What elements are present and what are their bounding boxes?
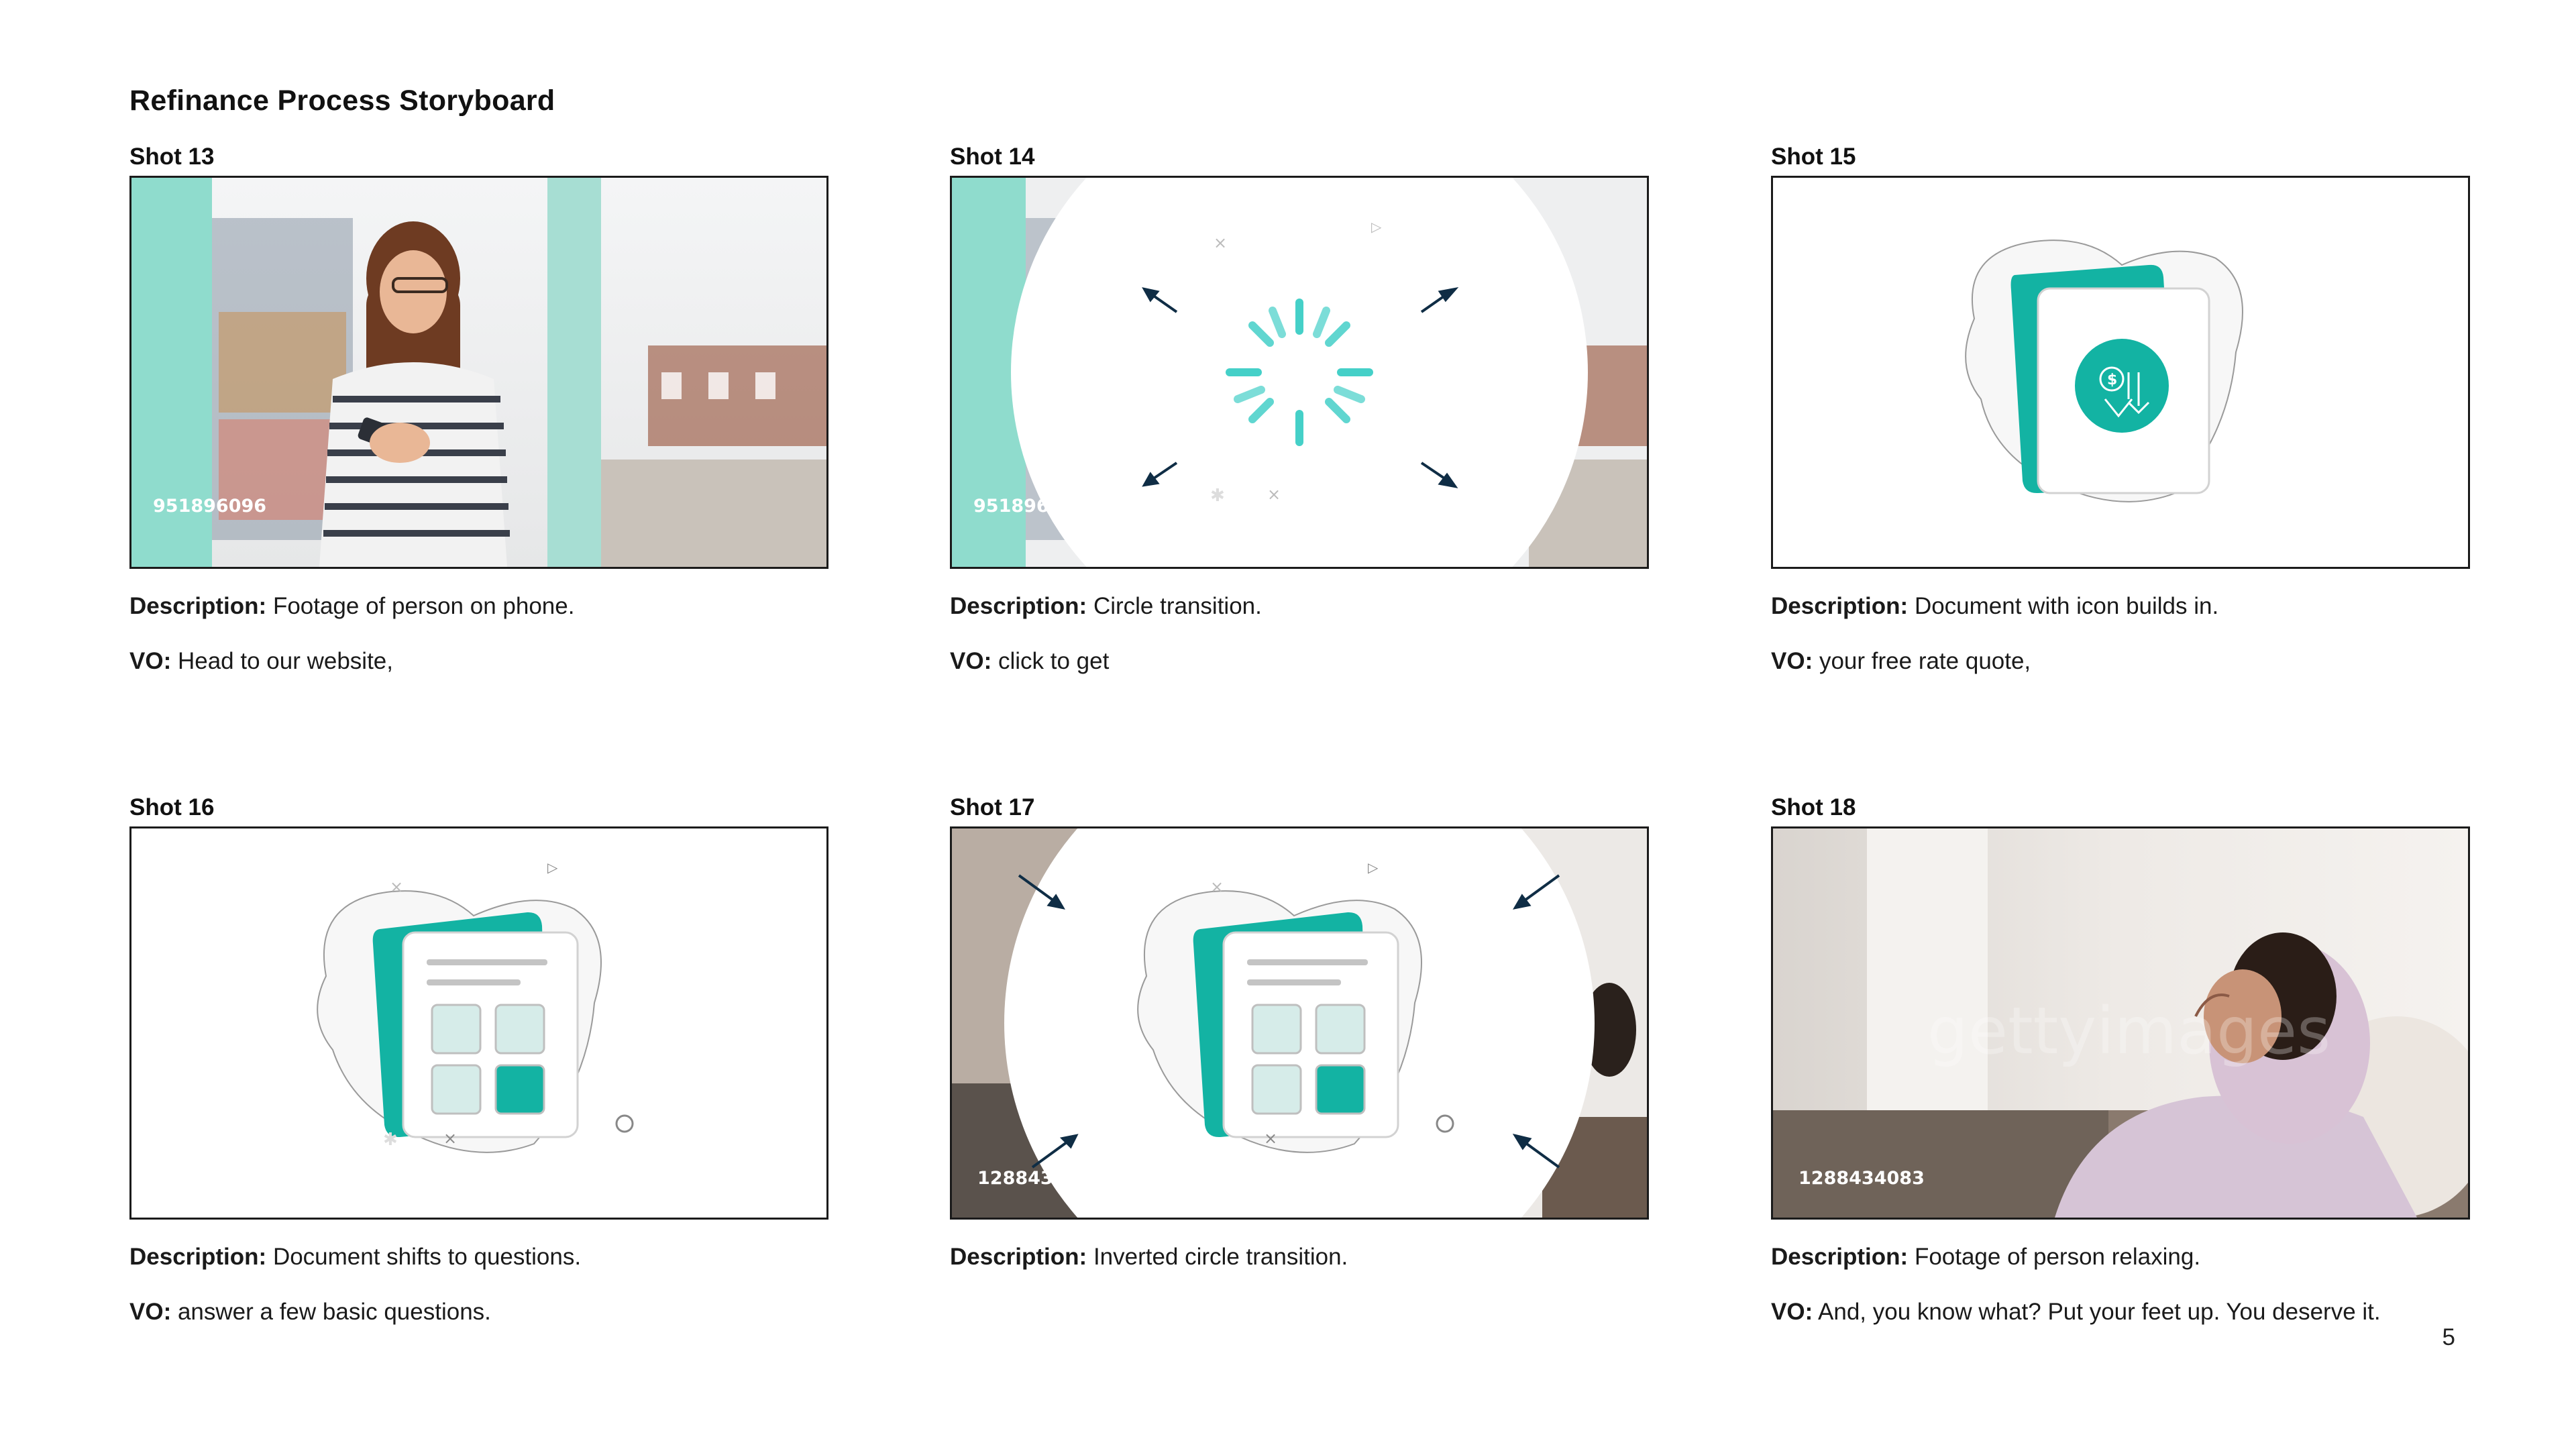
vo-label: VO: [129,648,172,674]
shot-17-panel: Shot 17 × ▷ × 1288434083 Description: In… [950,793,1649,1270]
shot-17-frame: × ▷ × 1288434083 [950,826,1649,1220]
description-text: Footage of person relaxing. [1914,1244,2201,1270]
shot-13-panel: Shot 13 951896096 Description: Footage o… [129,142,828,674]
stock-id: 951896096 [153,496,266,517]
woman-on-phone-photo: 951896096 [131,178,826,567]
vo-text: click to get [998,648,1110,674]
shot-label: Shot 18 [1771,794,1856,820]
shot-description: Description: Document with icon builds i… [1771,592,2482,621]
shot-vo: VO: click to get [950,647,1661,676]
shot-label: Shot 14 [950,144,1035,170]
shot-description: Description: Circle transition. [950,592,1661,621]
stock-id: 951896096 [973,496,1087,517]
shot-label: Shot 17 [950,794,1035,820]
description-text: Document shifts to questions. [272,1244,582,1270]
shot-label: Shot 16 [129,794,215,820]
shot-16-frame: × ▷ × ✱ [129,826,828,1220]
svg-text:▷: ▷ [547,859,558,875]
shot-vo: VO: answer a few basic questions. [129,1297,841,1327]
vo-label: VO: [1771,1299,1813,1325]
shot-vo: VO: your free rate quote, [1771,647,2482,676]
shot-14-panel: Shot 14 × ▷ × ✱ 951896096 Description: C… [950,142,1649,674]
shot-description: Description: Document shifts to question… [129,1242,841,1272]
shot-15-frame: $ [1771,176,2470,569]
svg-text:✱: ✱ [383,1130,398,1150]
vo-label: VO: [1771,648,1813,674]
vo-text: answer a few basic questions. [177,1299,491,1325]
description-label: Description: [129,593,267,619]
inverted-circle-transition: × ▷ × 1288434083 [952,828,1647,1218]
shot-description: Description: Inverted circle transition. [950,1242,1661,1272]
svg-text:▷: ▷ [1371,219,1382,235]
page-number: 5 [2442,1324,2455,1350]
svg-text:×: × [443,1129,457,1148]
svg-text:▷: ▷ [1368,859,1379,875]
circle-transition-loader: × ▷ × ✱ 951896096 [952,178,1647,567]
svg-text:×: × [1267,485,1281,504]
description-text: Footage of person on phone. [272,593,575,619]
vo-label: VO: [950,648,992,674]
shot-description: Description: Footage of person on phone. [129,592,841,621]
description-text: Inverted circle transition. [1093,1244,1348,1270]
svg-text:×: × [390,877,403,896]
woman-relaxing-photo: gettyimages 1288434083 [1773,828,2468,1218]
stock-id: 1288434083 [1799,1168,1925,1189]
shot-label: Shot 15 [1771,144,1856,170]
shot-description: Description: Footage of person relaxing. [1771,1242,2482,1272]
svg-text:$: $ [2107,372,2117,388]
svg-text:✱: ✱ [1210,486,1225,506]
shot-16-panel: Shot 16 × ▷ × ✱ Description: Document sh… [129,793,828,1325]
shot-18-panel: Shot 18 gettyimages 1288434083 Descripti… [1771,793,2470,1325]
stock-id: 1288434083 [977,1168,1104,1189]
description-label: Description: [950,1244,1087,1270]
description-text: Circle transition. [1093,593,1262,619]
shot-14-frame: × ▷ × ✱ 951896096 [950,176,1649,569]
description-label: Description: [1771,1244,1909,1270]
shot-13-frame: 951896096 [129,176,828,569]
document-dollar-icon: $ [1965,239,2243,502]
shot-vo: VO: Head to our website, [129,647,841,676]
vo-label: VO: [129,1299,172,1325]
svg-text:×: × [1210,877,1224,896]
page-title: Refinance Process Storyboard [129,85,555,117]
shot-label: Shot 13 [129,144,215,170]
svg-text:×: × [1214,233,1227,252]
vo-text: And, you know what? Put your feet up. Yo… [1818,1299,2381,1325]
shot-vo: VO: And, you know what? Put your feet up… [1771,1297,2482,1327]
description-text: Document with icon builds in. [1914,593,2219,619]
shot-18-frame: gettyimages 1288434083 [1771,826,2470,1220]
vo-text: Head to our website, [177,648,393,674]
description-label: Description: [129,1244,267,1270]
description-label: Description: [950,593,1087,619]
vo-text: your free rate quote, [1819,648,2031,674]
document-questions: × ▷ × ✱ [317,859,634,1153]
watermark: gettyimages [1927,994,2330,1069]
svg-text:×: × [1264,1129,1277,1148]
shot-15-panel: Shot 15 $ Description: Document with ico… [1771,142,2470,674]
description-label: Description: [1771,593,1909,619]
